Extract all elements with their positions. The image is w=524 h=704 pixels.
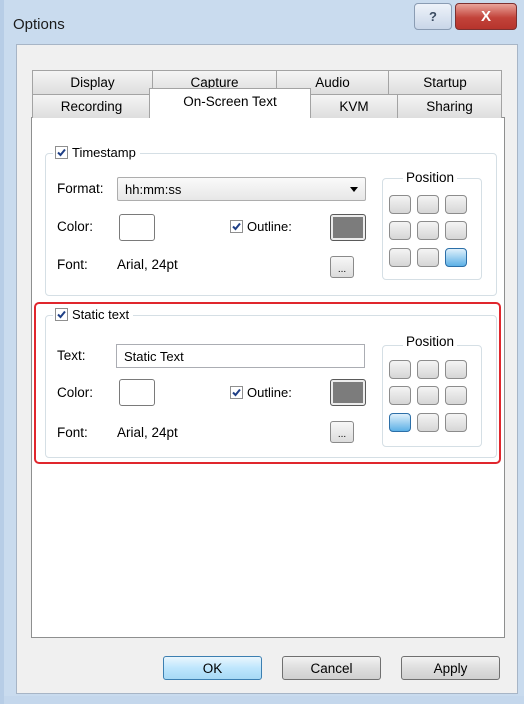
static-text-label: Static text	[72, 307, 130, 322]
ellipsis-icon: ...	[337, 264, 347, 275]
tab-label: Startup	[423, 75, 467, 90]
tab-startup[interactable]: Startup	[388, 70, 502, 94]
format-dropdown[interactable]: hh:mm:ss	[117, 177, 366, 201]
static-outline-label: Outline:	[247, 385, 292, 400]
apply-label: Apply	[433, 660, 468, 676]
timestamp-label: Timestamp	[72, 145, 136, 160]
static-position-bottom-left[interactable]	[389, 413, 411, 432]
static-text-checkbox[interactable]	[55, 308, 68, 321]
timestamp-font-label: Font:	[57, 257, 88, 272]
tab-label: Audio	[315, 75, 350, 90]
timestamp-position-middle-center[interactable]	[417, 221, 439, 240]
static-position-middle-right[interactable]	[445, 386, 467, 405]
tab-on-screen-text[interactable]: On-Screen Text	[149, 88, 311, 118]
static-position-top-left[interactable]	[389, 360, 411, 379]
static-position-middle-center[interactable]	[417, 386, 439, 405]
static-position-top-right[interactable]	[445, 360, 467, 379]
close-icon: X	[480, 8, 491, 25]
static-position-label: Position	[403, 334, 458, 349]
timestamp-group-legend: Timestamp	[53, 145, 140, 160]
static-position-top-center[interactable]	[417, 360, 439, 379]
static-outline-checkbox[interactable]	[230, 386, 243, 399]
static-position-middle-left[interactable]	[389, 386, 411, 405]
ok-label: OK	[202, 660, 223, 676]
timestamp-outline-color-swatch[interactable]	[330, 214, 366, 241]
tab-label: On-Screen Text	[183, 94, 277, 109]
cancel-button[interactable]: Cancel	[282, 656, 381, 680]
timestamp-position-middle-right[interactable]	[445, 221, 467, 240]
checkmark-icon	[57, 310, 66, 319]
ok-button[interactable]: OK	[163, 656, 262, 680]
checkmark-icon	[57, 148, 66, 157]
text-label: Text:	[57, 348, 86, 363]
tab-label: KVM	[339, 99, 369, 114]
static-color-swatch[interactable]	[119, 379, 155, 406]
static-text-group-legend: Static text	[53, 307, 134, 322]
window-title: Options	[13, 16, 65, 33]
timestamp-position-bottom-right[interactable]	[445, 248, 467, 267]
timestamp-font-browse-button[interactable]: ...	[330, 256, 354, 278]
tab-label: Sharing	[426, 99, 473, 114]
static-font-browse-button[interactable]: ...	[330, 421, 354, 443]
static-outline-color-swatch[interactable]	[330, 379, 366, 406]
help-button[interactable]: ?	[414, 3, 452, 30]
tab-kvm[interactable]: KVM	[310, 94, 398, 118]
close-button[interactable]: X	[455, 3, 517, 30]
static-font-value: Arial, 24pt	[117, 425, 178, 440]
timestamp-outline-checkbox[interactable]	[230, 220, 243, 233]
checkmark-icon	[232, 222, 241, 231]
timestamp-position-middle-left[interactable]	[389, 221, 411, 240]
tab-label: Recording	[60, 99, 123, 114]
static-font-label: Font:	[57, 425, 88, 440]
format-label: Format:	[57, 181, 104, 196]
static-position-bottom-right[interactable]	[445, 413, 467, 432]
tab-sharing[interactable]: Sharing	[397, 94, 502, 118]
cancel-label: Cancel	[310, 660, 353, 676]
static-text-value: Static Text	[124, 348, 184, 364]
help-icon: ?	[429, 9, 437, 24]
tab-label: Display	[70, 75, 115, 90]
dropdown-arrow-icon	[350, 187, 358, 192]
timestamp-font-value: Arial, 24pt	[117, 257, 178, 272]
timestamp-outline-label: Outline:	[247, 219, 292, 234]
timestamp-position-bottom-center[interactable]	[417, 248, 439, 267]
ellipsis-icon: ...	[337, 429, 347, 440]
static-text-input[interactable]: Static Text	[116, 344, 365, 368]
timestamp-color-swatch[interactable]	[119, 214, 155, 241]
timestamp-position-bottom-left[interactable]	[389, 248, 411, 267]
static-position-bottom-center[interactable]	[417, 413, 439, 432]
static-outline-option[interactable]: Outline:	[230, 385, 292, 400]
static-color-label: Color:	[57, 385, 94, 400]
timestamp-position-top-right[interactable]	[445, 195, 467, 214]
timestamp-outline-option[interactable]: Outline:	[230, 219, 292, 234]
timestamp-position-top-left[interactable]	[389, 195, 411, 214]
tab-recording[interactable]: Recording	[32, 94, 151, 118]
timestamp-checkbox[interactable]	[55, 146, 68, 159]
timestamp-color-label: Color:	[57, 219, 94, 234]
checkmark-icon	[232, 388, 241, 397]
timestamp-position-label: Position	[403, 170, 458, 185]
tab-display[interactable]: Display	[32, 70, 153, 94]
timestamp-position-top-center[interactable]	[417, 195, 439, 214]
format-value: hh:mm:ss	[125, 181, 182, 197]
apply-button[interactable]: Apply	[401, 656, 500, 680]
